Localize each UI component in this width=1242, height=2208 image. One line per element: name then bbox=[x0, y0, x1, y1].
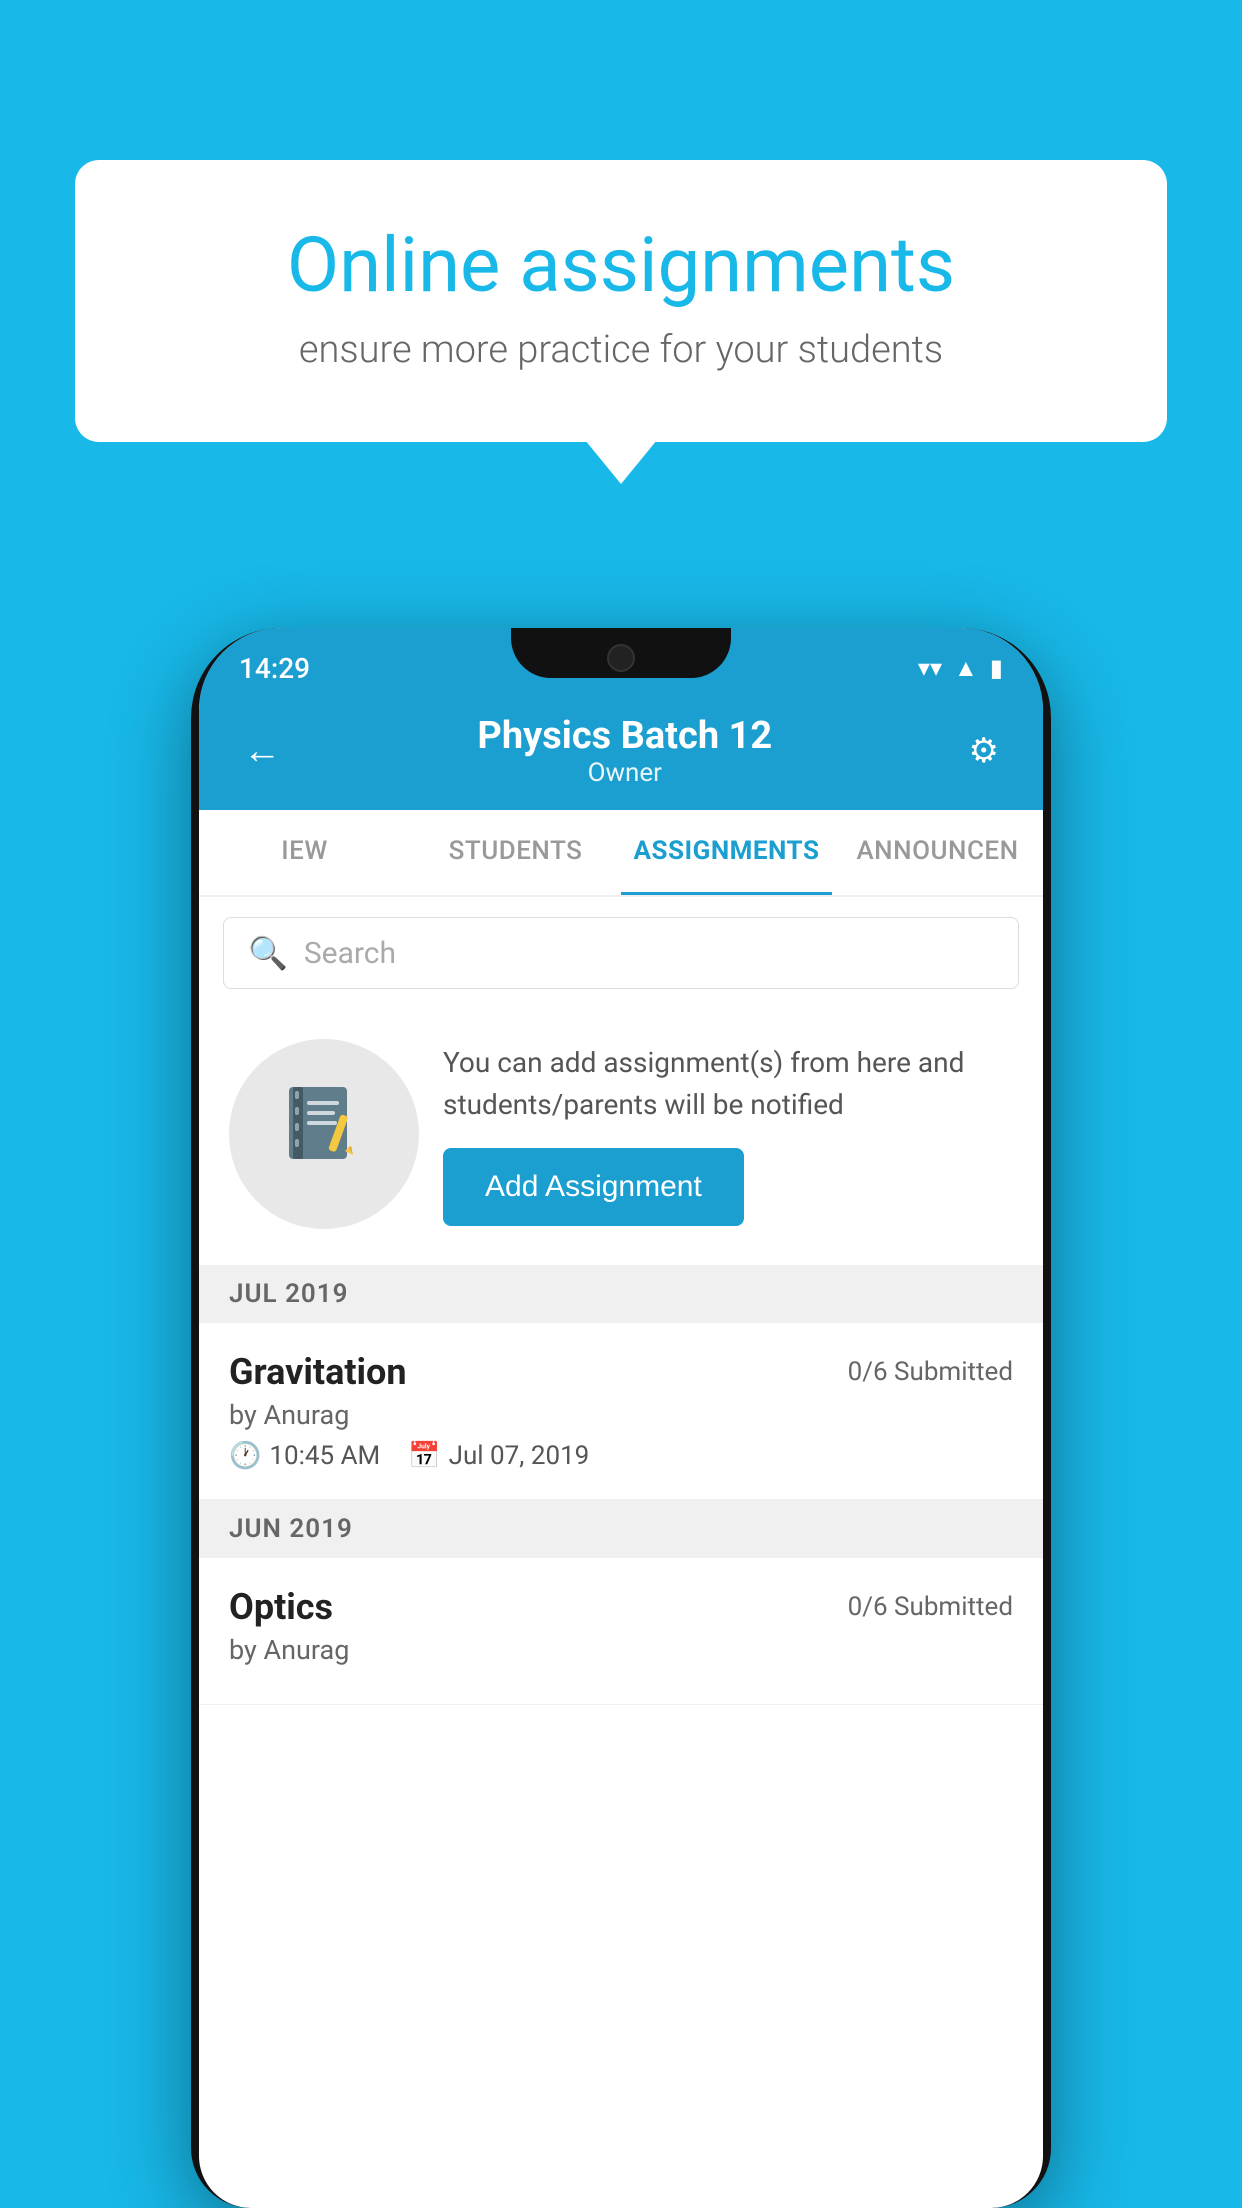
back-button[interactable]: ← bbox=[235, 721, 289, 781]
assignment-meta: 🕐 10:45 AM 📅 Jul 07, 2019 bbox=[229, 1441, 1013, 1471]
date-value: Jul 07, 2019 bbox=[449, 1441, 590, 1471]
tab-announcements[interactable]: ANNOUNCEN bbox=[832, 810, 1043, 895]
settings-button[interactable]: ⚙ bbox=[961, 723, 1007, 779]
assignment-submitted: 0/6 Submitted bbox=[848, 1357, 1013, 1387]
assignment-date: 📅 Jul 07, 2019 bbox=[408, 1441, 589, 1471]
speech-bubble-container: Online assignments ensure more practice … bbox=[75, 160, 1167, 442]
bubble-subtitle: ensure more practice for your students bbox=[145, 328, 1097, 372]
promo-section: You can add assignment(s) from here and … bbox=[199, 1009, 1043, 1265]
search-bar[interactable]: 🔍 Search bbox=[223, 917, 1019, 989]
clock-icon: 🕐 bbox=[229, 1441, 261, 1471]
tab-assignments[interactable]: ASSIGNMENTS bbox=[621, 810, 832, 895]
month-section-jul: JUL 2019 bbox=[199, 1265, 1043, 1323]
promo-text: You can add assignment(s) from here and … bbox=[443, 1042, 1013, 1126]
search-placeholder: Search bbox=[304, 936, 396, 971]
tabs-container: IEW STUDENTS ASSIGNMENTS ANNOUNCEN bbox=[199, 810, 1043, 897]
search-icon: 🔍 bbox=[248, 934, 288, 972]
phone-frame: 14:29 ▾▾ ▲ ▮ ← Physics Batch 12 Owner ⚙ … bbox=[191, 628, 1051, 2208]
assignment-item-gravitation[interactable]: Gravitation 0/6 Submitted by Anurag 🕐 10… bbox=[199, 1323, 1043, 1500]
phone-screen: 14:29 ▾▾ ▲ ▮ ← Physics Batch 12 Owner ⚙ … bbox=[199, 628, 1043, 2208]
header-title: Physics Batch 12 bbox=[289, 714, 961, 758]
battery-icon: ▮ bbox=[990, 654, 1003, 682]
calendar-icon: 📅 bbox=[408, 1441, 440, 1471]
search-container: 🔍 Search bbox=[199, 897, 1043, 1009]
tab-iew[interactable]: IEW bbox=[199, 810, 410, 895]
assignment-top-row: Gravitation 0/6 Submitted bbox=[229, 1351, 1013, 1393]
assignment-by-optics: by Anurag bbox=[229, 1634, 1013, 1666]
time-value: 10:45 AM bbox=[269, 1441, 380, 1471]
assignment-name-optics: Optics bbox=[229, 1586, 333, 1628]
phone-camera bbox=[607, 644, 635, 672]
promo-content: You can add assignment(s) from here and … bbox=[443, 1042, 1013, 1226]
assignment-item-optics[interactable]: Optics 0/6 Submitted by Anurag bbox=[199, 1558, 1043, 1705]
header-subtitle: Owner bbox=[289, 758, 961, 788]
wifi-icon: ▾▾ bbox=[918, 654, 942, 682]
bubble-title: Online assignments bbox=[145, 220, 1097, 310]
app-header: ← Physics Batch 12 Owner ⚙ bbox=[199, 696, 1043, 810]
assignment-time: 🕐 10:45 AM bbox=[229, 1441, 380, 1471]
month-section-jun: JUN 2019 bbox=[199, 1500, 1043, 1558]
status-icons: ▾▾ ▲ ▮ bbox=[918, 654, 1003, 683]
assignment-submitted-optics: 0/6 Submitted bbox=[848, 1592, 1013, 1622]
status-time: 14:29 bbox=[239, 652, 310, 685]
add-assignment-button[interactable]: Add Assignment bbox=[443, 1148, 744, 1226]
tab-students[interactable]: STUDENTS bbox=[410, 810, 621, 895]
notebook-icon bbox=[279, 1079, 369, 1189]
signal-icon: ▲ bbox=[954, 654, 978, 683]
assignment-top-row-optics: Optics 0/6 Submitted bbox=[229, 1586, 1013, 1628]
header-center: Physics Batch 12 Owner bbox=[289, 714, 961, 788]
speech-bubble: Online assignments ensure more practice … bbox=[75, 160, 1167, 442]
assignment-name: Gravitation bbox=[229, 1351, 407, 1393]
assignment-by: by Anurag bbox=[229, 1399, 1013, 1431]
promo-icon-circle bbox=[229, 1039, 419, 1229]
